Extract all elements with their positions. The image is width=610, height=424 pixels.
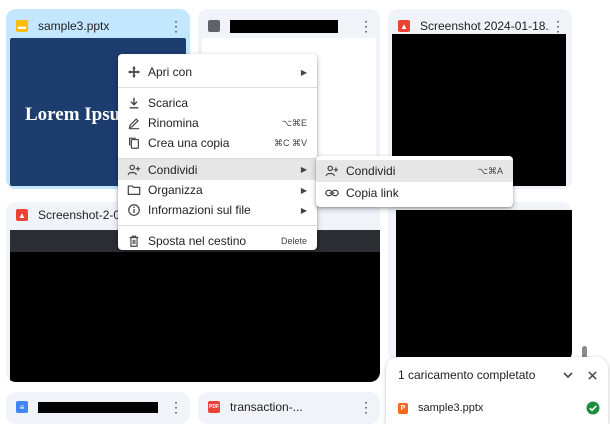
context-menu: Apri con ▶ Scarica Rinomina ⌥⌘E Crea una… — [118, 54, 317, 250]
file-name — [38, 400, 168, 414]
redacted-name — [230, 20, 338, 34]
file-name: Screenshot 2024-01-18... — [420, 19, 550, 33]
shortcut-label: ⌘C ⌘V — [273, 137, 307, 148]
menu-divider — [118, 225, 317, 226]
menu-item-crea-una-copia[interactable]: Crea una copia ⌘C ⌘V — [118, 133, 317, 153]
menu-item-label: Apri con — [148, 65, 193, 79]
upload-panel-header: 1 caricamento completato — [386, 357, 608, 393]
file-icon — [208, 20, 220, 32]
menu-item-label: Crea una copia — [148, 136, 230, 150]
trash-icon — [126, 233, 142, 249]
menu-item-apri-con[interactable]: Apri con ▶ — [118, 62, 317, 82]
check-circle-icon — [586, 401, 600, 415]
file-card-redacted-preview[interactable] — [388, 202, 572, 362]
submenu-item-copia-link[interactable]: Copia link — [316, 182, 513, 203]
menu-item-label: Rinomina — [148, 116, 199, 130]
file-name: sample3.pptx — [38, 19, 110, 33]
menu-item-sposta-nel-cestino[interactable]: Sposta nel cestino Delete — [118, 231, 317, 251]
shortcut-label: ⌥⌘A — [477, 165, 503, 176]
shortcut-label: ⌥⌘E — [281, 117, 307, 128]
slides-icon: P — [398, 402, 408, 414]
file-name — [230, 19, 358, 34]
menu-item-organizza[interactable]: Organizza ▶ — [118, 180, 317, 200]
menu-item-label: Sposta nel cestino — [148, 234, 247, 248]
download-icon — [126, 95, 142, 111]
submenu-arrow-icon: ▶ — [300, 185, 307, 195]
link-icon — [324, 185, 340, 201]
menu-item-scarica[interactable]: Scarica — [118, 93, 317, 113]
menu-item-label: Organizza — [148, 183, 203, 197]
file-card-transaction[interactable]: PDF transaction-... ⋮ — [198, 392, 380, 424]
menu-divider — [118, 87, 317, 88]
more-options-icon[interactable]: ⋮ — [550, 19, 566, 33]
submenu-arrow-icon: ▶ — [300, 205, 307, 215]
submenu-arrow-icon: ▶ — [300, 67, 307, 77]
menu-item-label: Condividi — [346, 164, 396, 178]
info-icon — [126, 202, 142, 218]
folder-icon — [126, 182, 142, 198]
submenu-item-condividi[interactable]: Condividi ⌥⌘A — [316, 160, 513, 182]
more-options-icon[interactable]: ⋮ — [358, 400, 374, 414]
upload-file-name: sample3.pptx — [418, 402, 484, 414]
image-icon: ▲ — [398, 20, 410, 32]
file-card-doc[interactable]: ≡ ⋮ — [6, 392, 190, 424]
file-thumbnail — [396, 210, 572, 362]
file-name: transaction-... — [230, 400, 303, 414]
upload-title: 1 caricamento completato — [398, 368, 536, 382]
more-options-icon[interactable]: ⋮ — [168, 400, 184, 414]
menu-item-rinomina[interactable]: Rinomina ⌥⌘E — [118, 113, 317, 133]
image-icon: ▲ — [16, 209, 28, 221]
menu-item-condividi[interactable]: Condividi ▶ — [118, 159, 317, 180]
share-submenu: Condividi ⌥⌘A Copia link — [316, 156, 513, 207]
shortcut-label: Delete — [280, 236, 307, 246]
copy-icon — [126, 135, 142, 151]
upload-item[interactable]: P sample3.pptx — [386, 397, 608, 419]
move-icon — [126, 64, 142, 80]
menu-item-label: Informazioni sul file — [148, 203, 251, 217]
more-options-icon[interactable]: ⋮ — [168, 19, 184, 33]
file-thumbnail-redacted — [10, 252, 380, 382]
pencil-icon — [126, 115, 142, 131]
docs-icon: ≡ — [16, 401, 28, 413]
file-card-header: PDF transaction-... ⋮ — [198, 392, 380, 422]
more-options-icon[interactable]: ⋮ — [358, 19, 374, 33]
menu-item-informazioni[interactable]: Informazioni sul file ▶ — [118, 200, 317, 220]
upload-panel: 1 caricamento completato P sample3.pptx — [386, 357, 608, 424]
pdf-icon: PDF — [208, 401, 220, 413]
person-add-icon — [324, 163, 340, 179]
chevron-down-icon[interactable] — [560, 367, 576, 383]
submenu-arrow-icon: ▶ — [300, 165, 307, 174]
close-icon[interactable] — [584, 367, 600, 383]
person-add-icon — [126, 162, 142, 178]
slides-icon: ▬ — [16, 20, 28, 32]
menu-item-label: Condividi — [148, 162, 198, 177]
menu-item-label: Scarica — [148, 96, 189, 110]
redacted-name — [38, 402, 158, 414]
file-card-header: ≡ ⋮ — [6, 392, 190, 422]
menu-item-label: Copia link — [346, 185, 399, 200]
